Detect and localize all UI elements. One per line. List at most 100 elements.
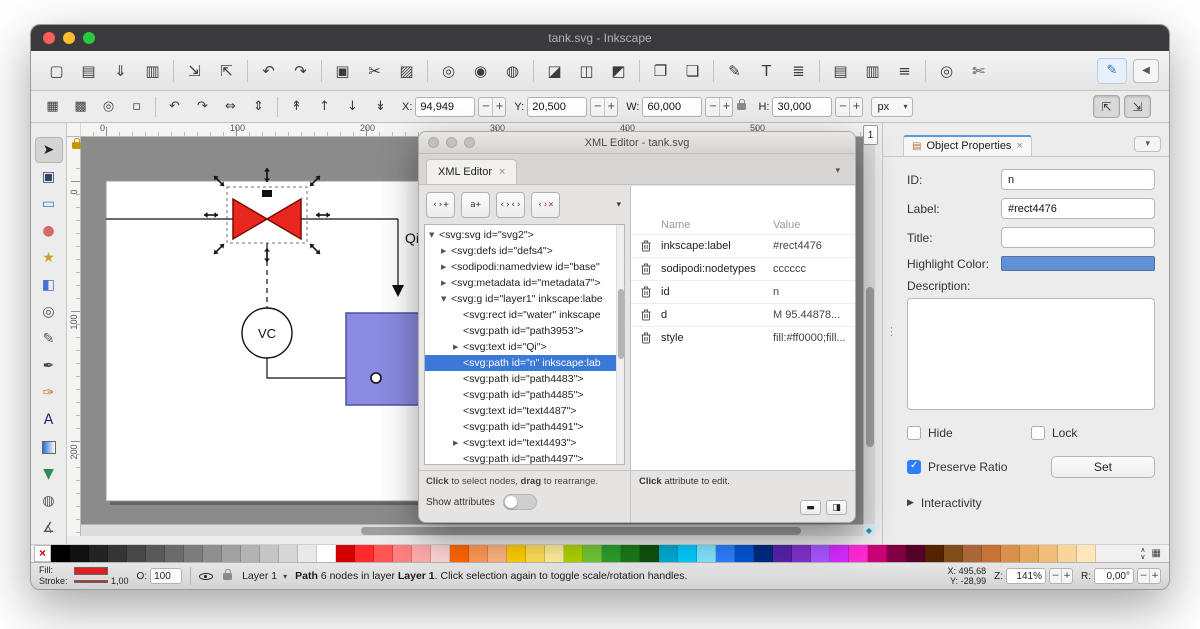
attribute-value-panel-button[interactable]: ◨ bbox=[826, 500, 847, 515]
vertical-scrollbar[interactable] bbox=[863, 137, 875, 524]
export[interactable]: ⇱ bbox=[211, 57, 242, 85]
palette-swatch[interactable] bbox=[697, 545, 716, 562]
color-managed-display-icon[interactable]: ◆ bbox=[863, 524, 875, 536]
gradient-tool[interactable] bbox=[35, 434, 63, 460]
attribute-row[interactable]: d M 95.44878... bbox=[631, 303, 855, 326]
zoom[interactable]: ◎ bbox=[433, 57, 464, 85]
text-tool[interactable]: A bbox=[35, 407, 63, 433]
palette-swatch[interactable] bbox=[526, 545, 545, 562]
select-all-in-all-layers[interactable]: ▩ bbox=[67, 95, 94, 119]
palette-config-icon[interactable]: ▦ bbox=[1152, 548, 1161, 559]
tab-object-properties[interactable]: ▤ Object Properties × bbox=[903, 135, 1032, 156]
panel-collapse-button[interactable]: ▾ bbox=[1134, 136, 1161, 152]
selector-tool[interactable]: ➤ bbox=[35, 137, 63, 163]
width-input[interactable]: 60,000 bbox=[642, 97, 702, 117]
xml-tree-node[interactable]: <svg:text id="text4487"> bbox=[425, 403, 624, 419]
palette-swatch[interactable] bbox=[1020, 545, 1039, 562]
tab-xml-editor[interactable]: XML Editor × bbox=[426, 159, 517, 184]
palette-swatch[interactable] bbox=[222, 545, 241, 562]
delete-attribute-icon[interactable] bbox=[631, 263, 661, 275]
palette-swatch[interactable] bbox=[469, 545, 488, 562]
expander-icon[interactable]: ▶ bbox=[441, 279, 451, 287]
dialog-minimize-button[interactable] bbox=[446, 137, 457, 148]
width-decrement-button[interactable]: − bbox=[706, 98, 719, 116]
dropper-tool[interactable]: ▼ bbox=[35, 461, 63, 487]
show-attributes-toggle[interactable] bbox=[503, 494, 537, 510]
zoom-decrement-button[interactable]: − bbox=[1050, 569, 1061, 583]
palette-swatch[interactable] bbox=[792, 545, 811, 562]
pencil-tool[interactable]: ✎ bbox=[35, 326, 63, 352]
align-and-distribute[interactable]: ≣ bbox=[783, 57, 814, 85]
undo[interactable]: ↶ bbox=[253, 57, 284, 85]
close-window-button[interactable] bbox=[43, 32, 55, 44]
expander-icon[interactable]: ▶ bbox=[453, 439, 463, 447]
description-textarea[interactable] bbox=[907, 298, 1155, 410]
delete-attribute-icon[interactable] bbox=[631, 240, 661, 252]
rotation-decrement-button[interactable]: − bbox=[1138, 569, 1149, 583]
stroke-swatch[interactable] bbox=[74, 580, 108, 583]
layers-dialog[interactable]: ≡ bbox=[889, 57, 920, 85]
raise[interactable]: ↑ bbox=[311, 95, 338, 119]
palette-swatch[interactable] bbox=[165, 545, 184, 562]
lock-checkbox[interactable] bbox=[1031, 426, 1045, 440]
layer-lock-icon[interactable] bbox=[223, 573, 232, 580]
duplicate[interactable]: ◪ bbox=[539, 57, 570, 85]
palette-swatch[interactable] bbox=[241, 545, 260, 562]
box3d-tool[interactable]: ◧ bbox=[35, 272, 63, 298]
zoom-to-selection[interactable]: ◎ bbox=[95, 95, 122, 119]
palette-swatch[interactable] bbox=[925, 545, 944, 562]
import[interactable]: ⇲ bbox=[179, 57, 210, 85]
open-document[interactable]: ▤ bbox=[73, 57, 104, 85]
y-increment-button[interactable]: + bbox=[604, 98, 617, 116]
rotation-increment-button[interactable]: + bbox=[1149, 569, 1160, 583]
star-tool[interactable]: ★ bbox=[35, 245, 63, 271]
scale-stroke-toggle[interactable]: ⇱ bbox=[1093, 95, 1120, 118]
palette-swatch[interactable] bbox=[298, 545, 317, 562]
x-input[interactable]: 94,949 bbox=[415, 97, 475, 117]
id-input[interactable]: n bbox=[1001, 169, 1155, 190]
palette-swatch[interactable] bbox=[716, 545, 735, 562]
zoom-input[interactable]: 141% bbox=[1006, 568, 1046, 584]
xml-tree-node[interactable]: <svg:path id="path4497"> bbox=[425, 451, 624, 465]
palette-swatch[interactable] bbox=[963, 545, 982, 562]
palette-swatch[interactable] bbox=[583, 545, 602, 562]
unlink-clone[interactable]: ◩ bbox=[603, 57, 634, 85]
ellipse-tool[interactable]: ● bbox=[35, 218, 63, 244]
attribute-row[interactable]: inkscape:label #rect4476 bbox=[631, 234, 855, 257]
xml-tree[interactable]: ▼ <svg:svg id="svg2"> ▶ <svg:defs id="de… bbox=[424, 224, 625, 465]
expander-icon[interactable]: ▼ bbox=[429, 231, 439, 239]
title-bar[interactable]: tank.svg - Inkscape bbox=[31, 25, 1169, 51]
document-properties[interactable]: ▤ bbox=[825, 57, 856, 85]
save-document[interactable]: ⇓ bbox=[105, 57, 136, 85]
palette-swatch[interactable] bbox=[1077, 545, 1096, 562]
toolbar-collapse-button[interactable]: ◀ bbox=[1133, 59, 1159, 83]
palette-swatch[interactable] bbox=[545, 545, 564, 562]
palette-swatch[interactable] bbox=[640, 545, 659, 562]
palette-swatch[interactable] bbox=[450, 545, 469, 562]
create-clone[interactable]: ◫ bbox=[571, 57, 602, 85]
xml-tree-node[interactable]: ▶ <svg:metadata id="metadata7"> bbox=[425, 275, 624, 291]
palette-swatch[interactable] bbox=[754, 545, 773, 562]
document-metadata[interactable]: ▥ bbox=[857, 57, 888, 85]
rectangle-tool[interactable]: ▭ bbox=[35, 191, 63, 217]
chevron-down-icon[interactable]: ▾ bbox=[835, 166, 848, 184]
xml-tree-node[interactable]: ▶ <svg:defs id="defs4"> bbox=[425, 243, 624, 259]
layer-visibility-icon[interactable] bbox=[199, 570, 213, 583]
rotation-input[interactable]: 0,00° bbox=[1094, 568, 1134, 584]
height-decrement-button[interactable]: − bbox=[836, 98, 849, 116]
lower[interactable]: ↓ bbox=[339, 95, 366, 119]
palette-swatch[interactable] bbox=[393, 545, 412, 562]
zoom-drawing[interactable]: ◉ bbox=[465, 57, 496, 85]
dialog-close-button[interactable] bbox=[428, 137, 439, 148]
palette-swatch[interactable] bbox=[906, 545, 925, 562]
set-button[interactable]: Set bbox=[1051, 456, 1155, 478]
edit-pen-button[interactable]: ✎ bbox=[1097, 58, 1127, 84]
palette-swatch[interactable] bbox=[374, 545, 393, 562]
palette-swatch[interactable] bbox=[621, 545, 640, 562]
flip-horizontal[interactable]: ⇔ bbox=[217, 95, 244, 119]
delete-node[interactable]: ‹›× bbox=[531, 192, 560, 218]
width-increment-button[interactable]: + bbox=[719, 98, 732, 116]
xml-tree-node[interactable]: <svg:path id="n" inkscape:lab bbox=[425, 355, 624, 371]
horizontal-scrollbar[interactable] bbox=[81, 524, 863, 536]
highlight-color-button[interactable] bbox=[1001, 256, 1155, 271]
